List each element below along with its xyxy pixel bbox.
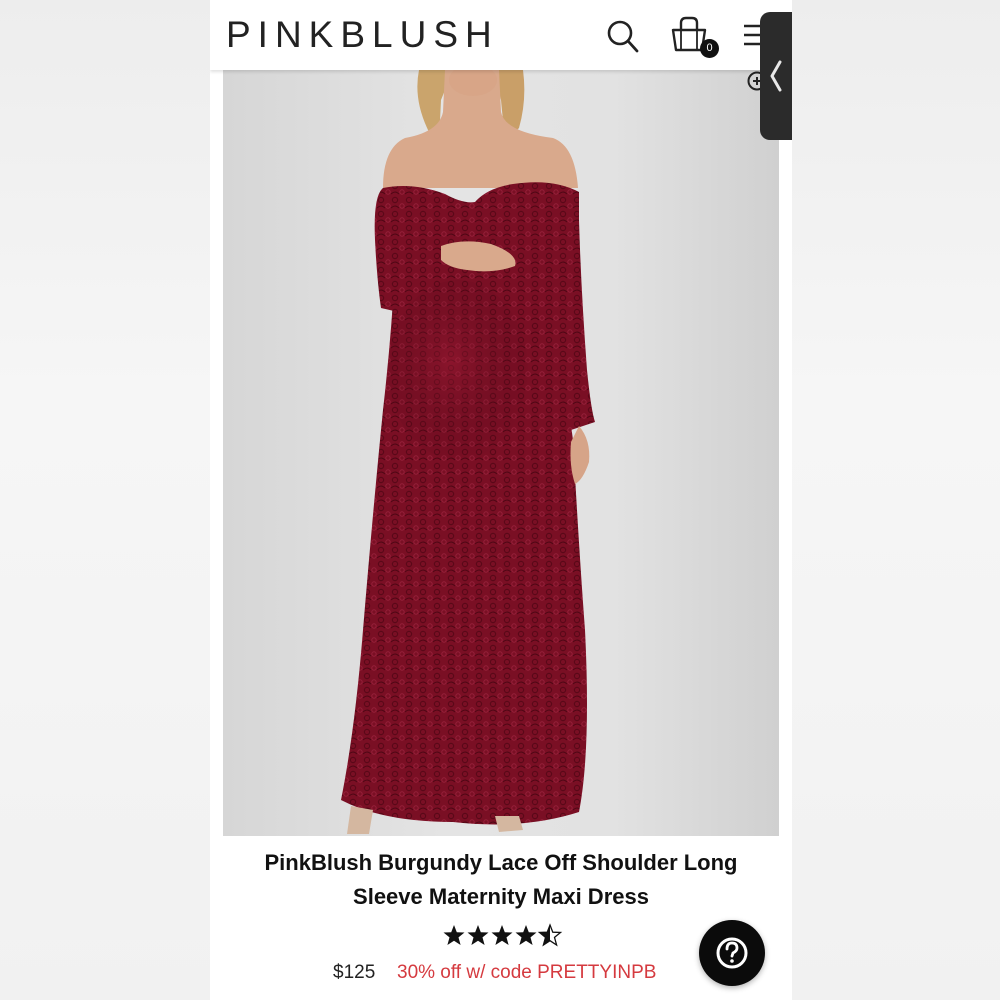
cart-button[interactable]: 0: [670, 14, 719, 58]
star-half-icon: [538, 924, 562, 946]
site-logo[interactable]: PINKBLUSH: [226, 14, 499, 56]
site-header: PINKBLUSH 0: [210, 0, 792, 70]
product-photo: [341, 70, 595, 834]
background-left: [0, 0, 210, 1000]
star-icon: [491, 925, 513, 945]
cart-count-badge: 0: [700, 39, 719, 58]
search-button[interactable]: [606, 18, 640, 54]
product-price: $125: [333, 962, 376, 983]
search-icon: [607, 20, 639, 53]
mobile-page: PINKBLUSH 0 PinkBlush Burgundy Lace Off …: [210, 0, 792, 1000]
side-panel-tab[interactable]: [760, 12, 792, 140]
product-title: PinkBlush Burgundy Lace Off Shoulder Lon…: [264, 850, 738, 909]
help-icon: [716, 937, 748, 969]
star-icon: [515, 925, 537, 945]
help-button[interactable]: [699, 920, 765, 986]
star-icon: [467, 925, 489, 945]
rating-stars: [443, 924, 562, 946]
product-image[interactable]: [223, 70, 779, 836]
chevron-left-icon: [770, 60, 782, 92]
star-icon: [443, 925, 465, 945]
promo-text: 30% off w/ code PRETTYINPB: [397, 962, 657, 983]
background-right: [792, 0, 1000, 1000]
